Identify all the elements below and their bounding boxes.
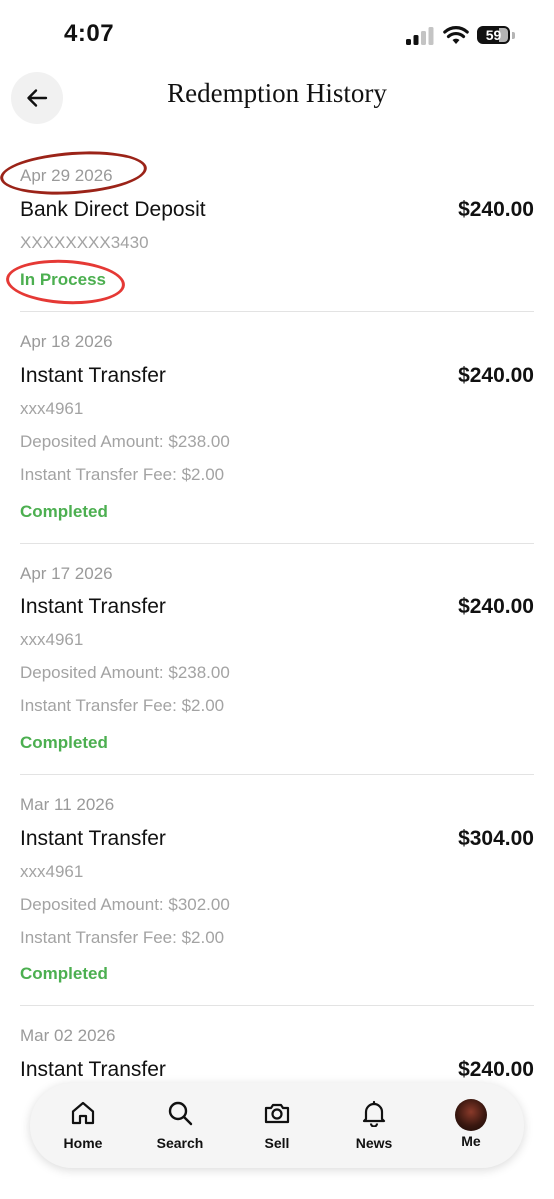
- status-label: Completed: [20, 964, 108, 983]
- account-number: xxx4961: [20, 862, 84, 881]
- home-icon: [71, 1101, 95, 1125]
- account-number: xxx4961: [20, 399, 84, 418]
- transaction-amount: $240.00: [458, 198, 534, 221]
- nav-me[interactable]: Me: [431, 1095, 511, 1159]
- nav-search-label: Search: [156, 1135, 204, 1151]
- battery-icon: 59: [477, 26, 517, 46]
- bottom-nav: Home Search Sell News Me: [30, 1083, 524, 1168]
- transaction-method: Instant Transfer: [20, 827, 166, 850]
- transaction-item[interactable]: Apr 17 2026 Instant Transfer $240.00 xxx…: [20, 544, 534, 775]
- transaction-date: Mar 02 2026: [20, 1026, 116, 1045]
- transaction-method: Bank Direct Deposit: [20, 198, 206, 221]
- transfer-fee: Instant Transfer Fee: $2.00: [20, 696, 225, 715]
- camera-icon: [264, 1103, 290, 1124]
- transaction-amount: $240.00: [458, 595, 534, 618]
- deposited-amount: Deposited Amount: $238.00: [20, 432, 230, 451]
- wifi-icon: [443, 26, 469, 44]
- transaction-item[interactable]: Mar 11 2026 Instant Transfer $304.00 xxx…: [20, 775, 534, 1006]
- transaction-date: Mar 11 2026: [20, 795, 115, 814]
- deposited-amount: Deposited Amount: $302.00: [20, 895, 230, 914]
- nav-sell-label: Sell: [264, 1135, 290, 1151]
- cellular-signal-icon: [406, 27, 434, 45]
- page-title: Redemption History: [167, 78, 387, 108]
- deposited-amount: Deposited Amount: $238.00: [20, 663, 230, 682]
- bell-icon: [362, 1100, 386, 1127]
- transaction-method: Instant Transfer: [20, 364, 166, 387]
- transaction-amount: $240.00: [458, 364, 534, 387]
- status-bar: 4:07 59: [0, 0, 554, 64]
- transfer-fee: Instant Transfer Fee: $2.00: [20, 465, 225, 484]
- transaction-date: Apr 17 2026: [20, 564, 113, 583]
- avatar: [455, 1099, 487, 1131]
- nav-search[interactable]: Search: [140, 1095, 220, 1159]
- status-label: Completed: [20, 733, 108, 752]
- nav-home-label: Home: [63, 1135, 103, 1151]
- nav-me-label: Me: [461, 1133, 481, 1149]
- account-number: xxx4961: [20, 630, 84, 649]
- search-icon: [168, 1101, 193, 1126]
- clock: 4:07: [64, 20, 115, 47]
- transfer-fee: Instant Transfer Fee: $2.00: [20, 928, 225, 947]
- transaction-method: Instant Transfer: [20, 1058, 166, 1081]
- transaction-amount: $240.00: [458, 1058, 534, 1081]
- nav-home[interactable]: Home: [43, 1095, 123, 1159]
- transaction-date: Apr 18 2026: [20, 332, 113, 351]
- transaction-item[interactable]: Apr 18 2026 Instant Transfer $240.00 xxx…: [20, 312, 534, 544]
- status-label: Completed: [20, 502, 108, 521]
- nav-news-label: News: [355, 1135, 393, 1151]
- transaction-amount: $304.00: [458, 827, 534, 850]
- transaction-method: Instant Transfer: [20, 595, 166, 618]
- account-number: XXXXXXXX3430: [20, 233, 149, 252]
- nav-news[interactable]: News: [334, 1095, 414, 1159]
- battery-level: 59: [485, 27, 502, 43]
- nav-sell[interactable]: Sell: [237, 1095, 317, 1159]
